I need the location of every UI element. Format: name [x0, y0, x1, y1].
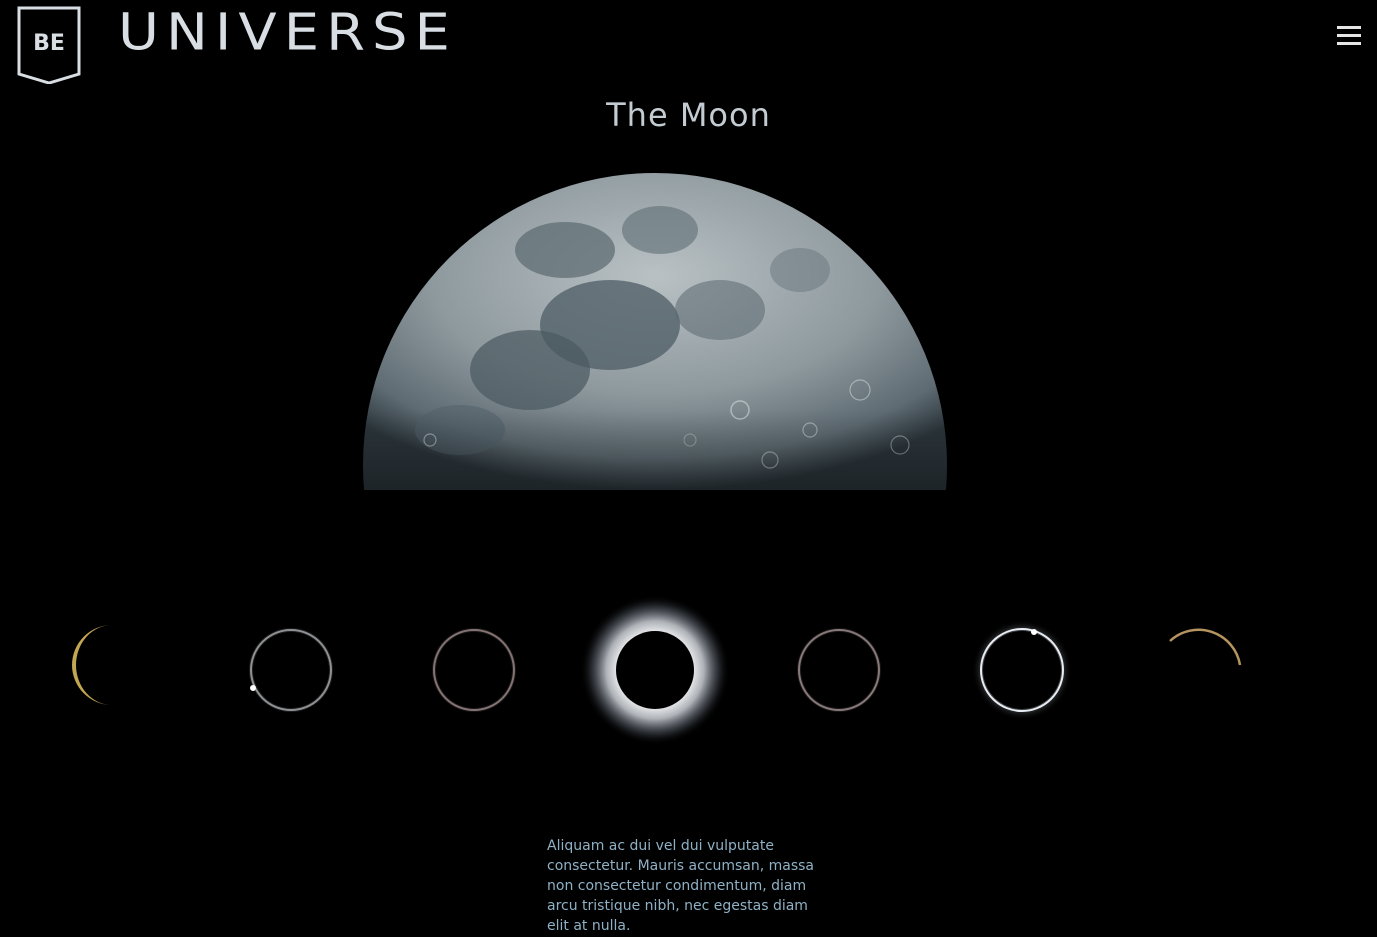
brand-name[interactable]: UNIVERSE: [118, 8, 457, 58]
crescent-partial-eclipse-1[interactable]: [52, 605, 172, 725]
hamburger-menu-icon[interactable]: [1337, 24, 1363, 48]
page-title: The Moon: [606, 96, 771, 134]
total-eclipse-corona[interactable]: [580, 590, 730, 750]
eclipse-phases-strip: [0, 580, 1377, 760]
crescent-partial-eclipse-2[interactable]: [1140, 605, 1260, 725]
baily-beads-phase-left[interactable]: [414, 610, 534, 730]
diamond-ring-phase-right[interactable]: [962, 610, 1082, 730]
shield-logo-icon: BE: [17, 6, 81, 84]
description-text: Aliquam ac dui vel dui vulputate consect…: [547, 838, 815, 934]
moon-half-image: [340, 160, 970, 580]
logo-badge[interactable]: BE: [17, 6, 81, 84]
baily-beads-phase-right[interactable]: [779, 610, 899, 730]
diamond-ring-phase-left[interactable]: [231, 610, 351, 730]
logo-text: BE: [33, 31, 65, 56]
